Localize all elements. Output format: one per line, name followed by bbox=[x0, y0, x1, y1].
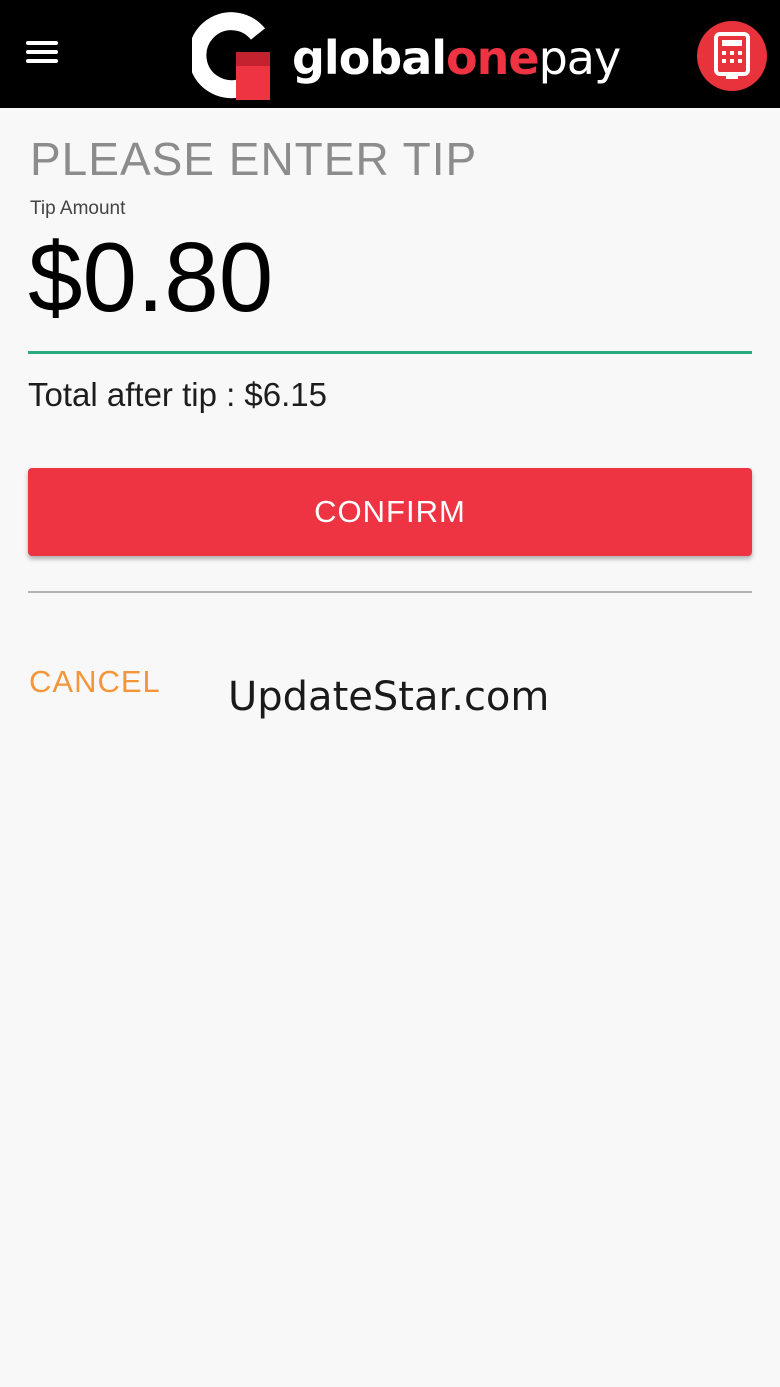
logo-text-one: one bbox=[446, 31, 540, 85]
cancel-button[interactable]: CANCEL bbox=[29, 664, 161, 700]
watermark-text: UpdateStar.com bbox=[228, 674, 550, 720]
total-after-tip: Total after tip : $6.15 bbox=[28, 376, 328, 413]
tip-amount-input[interactable] bbox=[28, 222, 752, 332]
calculator-icon bbox=[714, 32, 750, 79]
globalonepay-logo: globalonepay bbox=[192, 12, 621, 102]
tip-amount-label: Tip Amount bbox=[30, 198, 126, 219]
logo-text-pay: pay bbox=[538, 31, 622, 85]
page-title: PLEASE ENTER TIP bbox=[30, 133, 478, 185]
calculator-button[interactable] bbox=[697, 21, 767, 91]
logo-g-icon bbox=[192, 12, 271, 100]
top-app-bar: globalonepay bbox=[0, 0, 780, 108]
confirm-button[interactable]: CONFIRM bbox=[28, 468, 752, 556]
tip-amount-underline bbox=[28, 351, 752, 354]
divider bbox=[28, 591, 752, 593]
logo-wordmark: globalonepay bbox=[292, 30, 622, 86]
logo-text-global: global bbox=[292, 31, 447, 85]
hamburger-menu-icon[interactable] bbox=[26, 41, 58, 65]
